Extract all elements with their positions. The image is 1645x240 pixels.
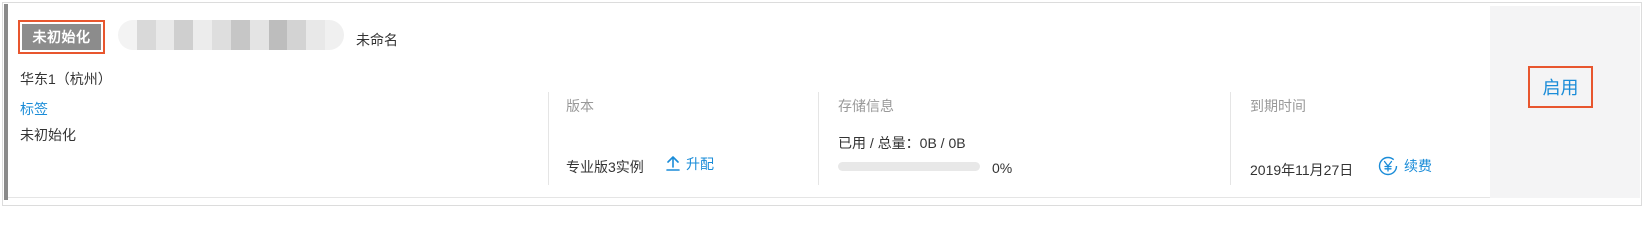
renew-label: 续费 <box>1404 158 1432 174</box>
status-badge-label: 未初始化 <box>22 24 101 50</box>
storage-progress-bar <box>838 162 980 171</box>
renew-button[interactable]: 续费 <box>1378 156 1432 176</box>
edition-value: 专业版3实例 <box>566 159 644 175</box>
upgrade-label: 升配 <box>686 156 714 172</box>
card-bottom-divider <box>8 197 1490 198</box>
tag-value: 未初始化 <box>20 127 76 143</box>
expiry-header: 到期时间 <box>1250 98 1306 114</box>
region-label: 华东1（杭州） <box>20 71 112 87</box>
upgrade-button[interactable]: 升配 <box>666 154 714 174</box>
instance-name: 未命名 <box>356 32 398 48</box>
edition-header: 版本 <box>566 98 594 114</box>
storage-percent: 0% <box>992 160 1013 176</box>
column-divider <box>818 92 819 185</box>
column-divider <box>1230 92 1231 185</box>
enable-button[interactable]: 启用 <box>1528 66 1593 108</box>
expiry-date: 2019年11月27日 <box>1250 162 1354 178</box>
column-divider <box>548 92 549 185</box>
tag-link[interactable]: 标签 <box>20 99 48 119</box>
storage-header: 存储信息 <box>838 98 894 114</box>
storage-usage-text: 已用 / 总量：0B / 0B <box>838 135 966 151</box>
yuan-currency-icon <box>1378 156 1398 176</box>
instance-card: 未初始化 未命名 华东1（杭州） 标签 未初始化 版本 专业版3实例 升配 存储… <box>0 0 1645 210</box>
status-indicator-bar <box>4 4 8 200</box>
status-badge: 未初始化 <box>18 20 105 54</box>
redacted-instance-id <box>118 20 344 50</box>
upgrade-arrow-icon <box>666 156 680 171</box>
